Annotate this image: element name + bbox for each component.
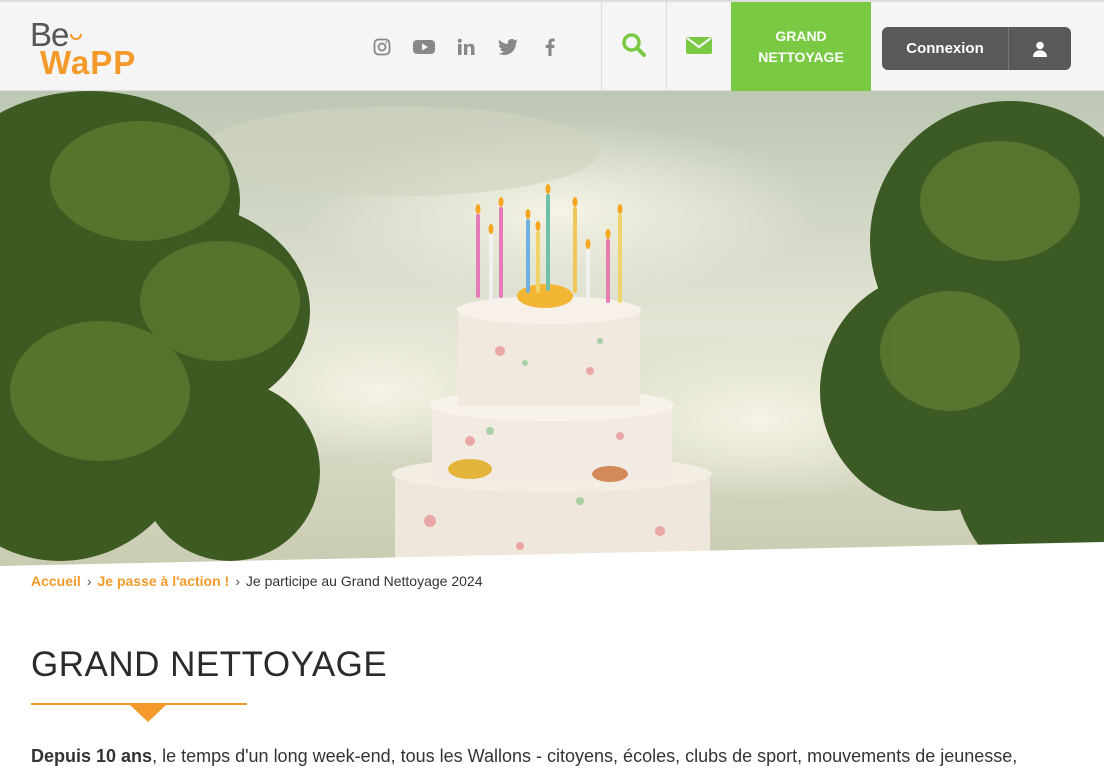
envelope-icon — [686, 35, 712, 59]
instagram-icon[interactable] — [370, 32, 394, 62]
linkedin-icon[interactable] — [454, 32, 478, 62]
site-header: Be WaPP GRAND NETTOYAGE Connexion — [0, 0, 1104, 91]
search-button[interactable] — [601, 2, 666, 91]
logo-accent — [70, 34, 82, 40]
user-icon — [1009, 27, 1071, 70]
page-title: GRAND NETTOYAGE — [31, 645, 388, 684]
title-arrow-decoration — [130, 705, 166, 722]
intro-bold-text: Depuis 10 ans — [31, 746, 153, 766]
birthday-cake-image — [0, 91, 1104, 566]
bewapp-logo[interactable]: Be WaPP — [30, 16, 150, 82]
grand-nettoyage-button[interactable]: GRAND NETTOYAGE — [731, 2, 871, 91]
breadcrumb-parent-link[interactable]: Je passe à l'action ! — [97, 573, 229, 589]
login-label: Connexion — [882, 27, 1009, 70]
grand-nettoyage-line1: GRAND — [775, 27, 827, 44]
facebook-icon[interactable] — [538, 32, 562, 62]
intro-text: , le temps d'un long week-end, tous les … — [152, 746, 1018, 766]
breadcrumb-home-link[interactable]: Accueil — [31, 573, 81, 589]
breadcrumb-separator: › — [235, 573, 240, 589]
youtube-icon[interactable] — [412, 32, 436, 62]
social-links — [370, 32, 562, 62]
hero-banner — [0, 91, 1104, 566]
grand-nettoyage-line2: NETTOYAGE — [758, 48, 844, 65]
breadcrumb-current: Je participe au Grand Nettoyage 2024 — [245, 573, 483, 589]
twitter-icon[interactable] — [496, 32, 520, 62]
login-button[interactable]: Connexion — [882, 27, 1071, 70]
breadcrumb: Accueil › Je passe à l'action ! › Je partici… — [31, 573, 483, 589]
intro-paragraph: Depuis 10 ans, le temps d'un long week-e… — [31, 742, 1071, 770]
breadcrumb-separator: › — [86, 573, 92, 589]
logo-wapp-text: WaPP — [40, 44, 137, 81]
contact-button[interactable] — [667, 2, 731, 91]
search-icon — [621, 32, 647, 62]
